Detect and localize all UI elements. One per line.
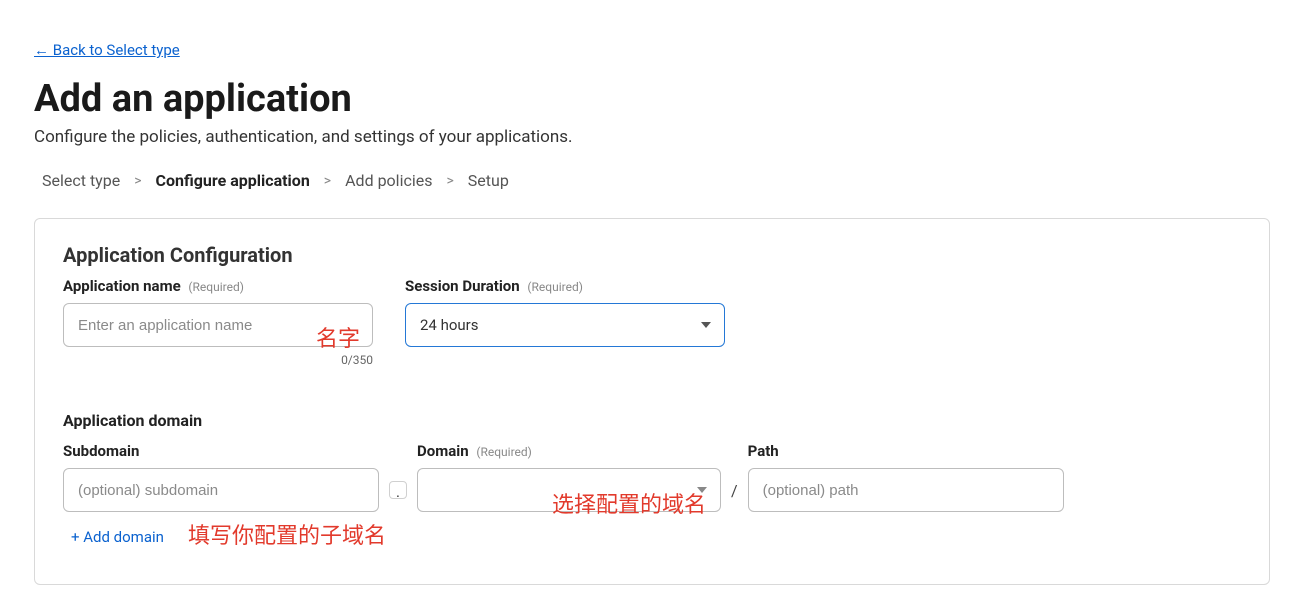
step-sep: > — [134, 173, 141, 189]
application-name-label: Application name (Required) — [63, 277, 373, 295]
application-name-input[interactable] — [63, 303, 373, 347]
subdomain-input[interactable] — [63, 468, 379, 512]
domain-label: Domain (Required) — [417, 442, 721, 460]
dot-char: . — [389, 481, 407, 499]
required-indicator: (Required) — [188, 280, 243, 294]
step-sep: > — [446, 173, 453, 189]
page-title: Add an application — [34, 77, 1270, 121]
application-name-field: Application name (Required) 0/350 — [63, 277, 373, 367]
session-duration-field: Session Duration (Required) 24 hours — [405, 277, 725, 347]
path-label: Path — [748, 442, 1064, 460]
wizard-steps: Select type > Configure application > Ad… — [42, 171, 1270, 190]
session-duration-label: Session Duration (Required) — [405, 277, 725, 295]
chevron-down-icon — [697, 487, 707, 493]
path-input[interactable] — [748, 468, 1064, 512]
subdomain-field: Subdomain — [63, 442, 379, 512]
path-field: Path — [748, 442, 1064, 512]
session-duration-value: 24 hours — [420, 316, 479, 334]
domain-select[interactable] — [417, 468, 721, 512]
required-indicator: (Required) — [527, 280, 582, 294]
add-domain-button[interactable]: + Add domain — [63, 528, 164, 546]
domain-field: Domain (Required) — [417, 442, 721, 512]
step-select-type[interactable]: Select type — [42, 171, 120, 190]
slash-separator: / — [729, 468, 740, 512]
configuration-panel: Application Configuration Application na… — [34, 218, 1270, 585]
step-sep: > — [324, 173, 331, 189]
panel-title: Application Configuration — [63, 243, 1241, 267]
required-indicator: (Required) — [476, 445, 531, 459]
page-subtitle: Configure the policies, authentication, … — [34, 127, 1270, 147]
step-add-policies[interactable]: Add policies — [345, 171, 432, 190]
subdomain-label: Subdomain — [63, 442, 379, 460]
session-duration-label-text: Session Duration — [405, 277, 520, 295]
step-configure-application[interactable]: Configure application — [156, 171, 310, 190]
dot-separator: . — [387, 468, 409, 512]
application-name-counter: 0/350 — [63, 353, 373, 367]
application-domain-heading: Application domain — [63, 411, 1241, 430]
back-link-text: ← Back to Select type — [34, 41, 180, 59]
session-duration-select[interactable]: 24 hours — [405, 303, 725, 347]
chevron-down-icon — [701, 322, 711, 328]
domain-label-text: Domain — [417, 442, 469, 460]
application-name-label-text: Application name — [63, 277, 181, 295]
back-link[interactable]: ← Back to Select type — [34, 41, 180, 59]
step-setup[interactable]: Setup — [468, 171, 509, 190]
